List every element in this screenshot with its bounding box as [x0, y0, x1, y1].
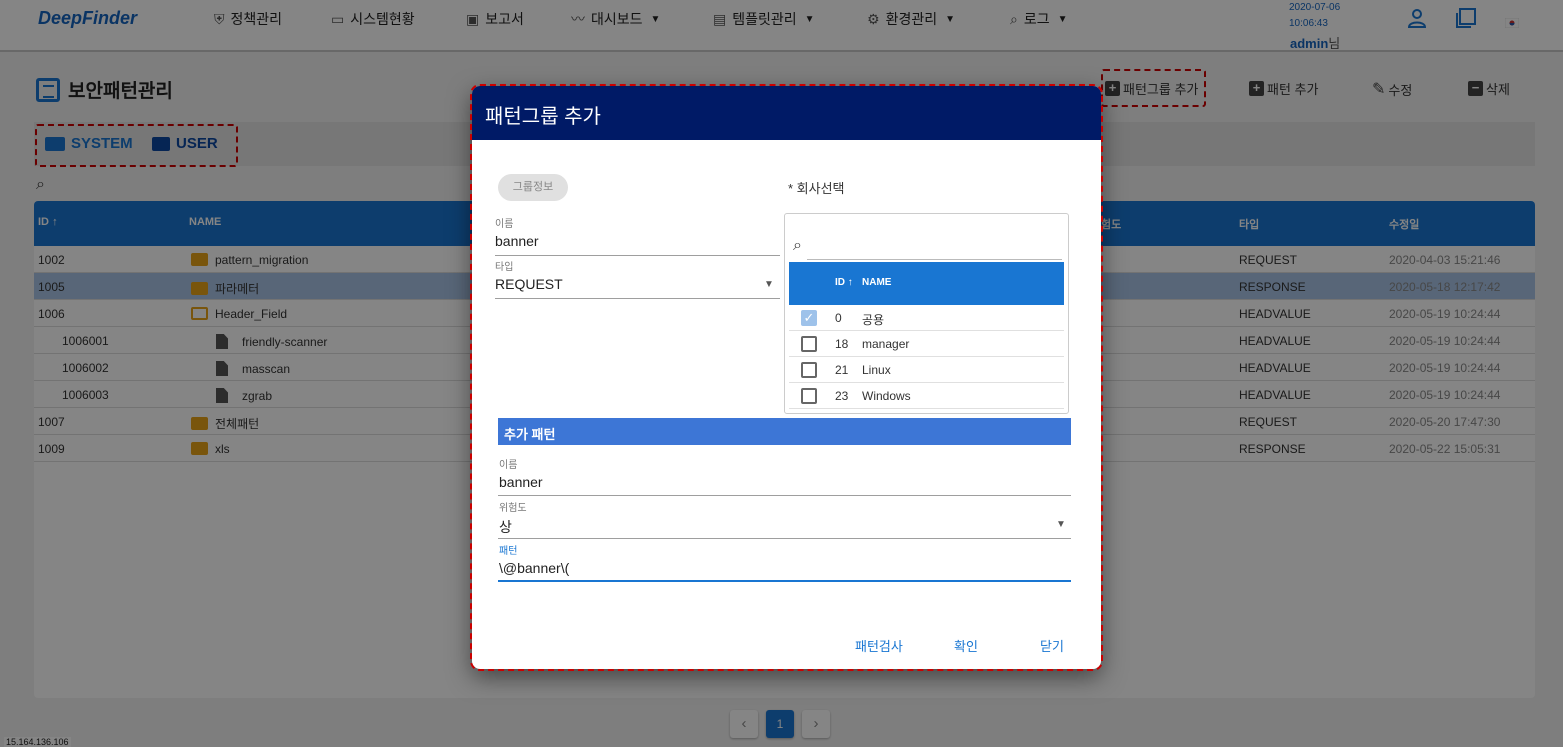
highlight-dialog: [470, 84, 1103, 671]
